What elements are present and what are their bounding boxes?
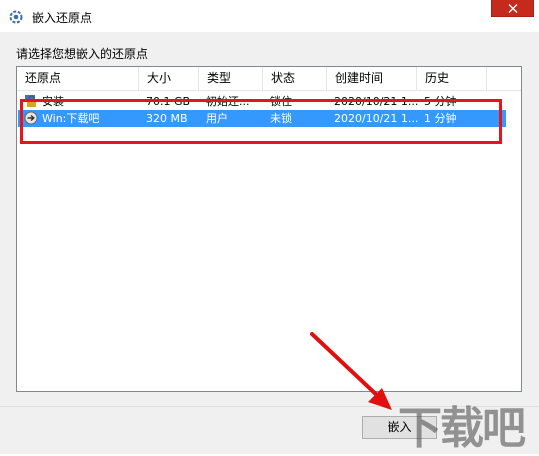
prompt-label: 请选择您想嵌入的还原点: [16, 47, 149, 61]
close-button[interactable]: [491, 0, 534, 17]
watermark-text: 下载吧: [398, 403, 526, 454]
row-name: 安装: [42, 95, 64, 108]
row-history: 5 分钟: [424, 95, 457, 108]
row-size: 70.1 GB: [146, 95, 191, 108]
column-header-created[interactable]: 创建时间: [327, 67, 417, 90]
column-header-type[interactable]: 类型: [199, 67, 263, 90]
row-created: 2020/10/21 1...: [334, 95, 418, 108]
title-bar: 嵌入还原点: [0, 0, 539, 32]
column-header-status[interactable]: 状态: [263, 67, 327, 90]
restore-point-list[interactable]: 还原点 大小 类型 状态 创建时间 历史 安装 70.1 GB 初始还... 锁…: [16, 66, 522, 392]
row-status: 锁住: [270, 95, 292, 108]
row-size: 320 MB: [146, 112, 188, 125]
lock-icon: [24, 94, 38, 108]
row-status: 未锁: [270, 112, 292, 125]
column-header-size[interactable]: 大小: [139, 67, 199, 90]
table-row-selected[interactable]: Win:下载吧 320 MB 用户 未锁 2020/10/21 1... 1 分…: [18, 110, 506, 127]
column-header-name[interactable]: 还原点: [17, 67, 139, 90]
table-row[interactable]: 安装 70.1 GB 初始还... 锁住 2020/10/21 1... 5 分…: [18, 93, 506, 110]
restore-arrow-icon: [24, 111, 38, 125]
close-icon: [508, 4, 518, 13]
row-name: Win:下载吧: [42, 112, 100, 125]
column-header-history[interactable]: 历史: [417, 67, 487, 90]
row-created: 2020/10/21 1...: [334, 112, 418, 125]
row-type: 用户: [206, 112, 228, 125]
row-type: 初始还...: [206, 95, 250, 108]
gear-icon: [8, 9, 24, 25]
dialog-window: 嵌入还原点 请选择您想嵌入的还原点 还原点 大小 类型 状态 创建时间 历史 安…: [0, 0, 539, 454]
red-arrow-annotation: [310, 332, 392, 410]
row-history: 1 分钟: [424, 112, 457, 125]
window-title: 嵌入还原点: [32, 11, 93, 25]
list-header: 还原点 大小 类型 状态 创建时间 历史: [17, 67, 521, 91]
